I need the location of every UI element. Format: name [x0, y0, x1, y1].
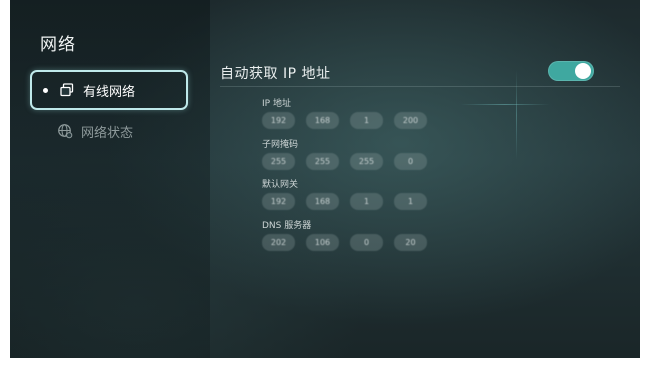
default-gateway-field: 192 168 1 1	[262, 193, 438, 210]
dns-octet-input[interactable]: 106	[306, 234, 339, 251]
ip-octet-input[interactable]: 192	[262, 112, 295, 129]
selection-dot	[43, 87, 48, 93]
dns-server-label: DNS 服务器	[262, 221, 312, 231]
dns-octet-input[interactable]: 202	[262, 234, 295, 251]
gateway-octet-input[interactable]: 1	[394, 193, 427, 210]
dns-octet-input[interactable]: 20	[394, 234, 427, 251]
sidebar: 网络 有线网络 网络状态	[10, 0, 210, 358]
sidebar-item-label: 有线网络	[83, 84, 136, 100]
ip-address-field: 192 168 1 200	[262, 112, 438, 129]
auto-ip-toggle[interactable]	[548, 61, 594, 81]
toggle-knob	[575, 63, 591, 79]
subnet-octet-input[interactable]: 0	[394, 153, 427, 170]
dns-octet-input[interactable]: 0	[350, 234, 383, 251]
ip-address-label: IP 地址	[262, 99, 291, 109]
sidebar-item-network-status[interactable]: 网络状态	[30, 112, 186, 150]
page-title: 网络	[40, 35, 76, 55]
subnet-octet-input[interactable]: 255	[262, 153, 295, 170]
subnet-mask-field: 255 255 255 0	[262, 153, 438, 170]
decorative-line	[460, 104, 550, 105]
main-panel: 自动获取 IP 地址 IP 地址 192 168 1 200 子网掩码 255 …	[220, 0, 640, 358]
subnet-octet-input[interactable]: 255	[350, 153, 383, 170]
subnet-octet-input[interactable]: 255	[306, 153, 339, 170]
auto-ip-label: 自动获取 IP 地址	[220, 66, 331, 82]
tv-screen: 网络 有线网络 网络状态 自动获取 IP 地址 IP 地址 192 168 1 …	[10, 0, 640, 358]
auto-ip-row[interactable]: 自动获取 IP 地址	[220, 60, 620, 87]
gateway-octet-input[interactable]: 1	[350, 193, 383, 210]
ip-octet-input[interactable]: 168	[306, 112, 339, 129]
gateway-octet-input[interactable]: 192	[262, 193, 295, 210]
subnet-mask-label: 子网掩码	[262, 140, 299, 150]
dns-server-field: 202 106 0 20	[262, 234, 438, 251]
default-gateway-label: 默认网关	[262, 180, 299, 190]
wired-network-icon	[59, 82, 75, 98]
ip-octet-input[interactable]: 200	[394, 112, 427, 129]
ip-octet-input[interactable]: 1	[350, 112, 383, 129]
globe-icon	[57, 123, 73, 139]
sidebar-item-wired-network[interactable]: 有线网络	[30, 70, 188, 110]
sidebar-item-label: 网络状态	[81, 125, 134, 141]
gateway-octet-input[interactable]: 168	[306, 193, 339, 210]
